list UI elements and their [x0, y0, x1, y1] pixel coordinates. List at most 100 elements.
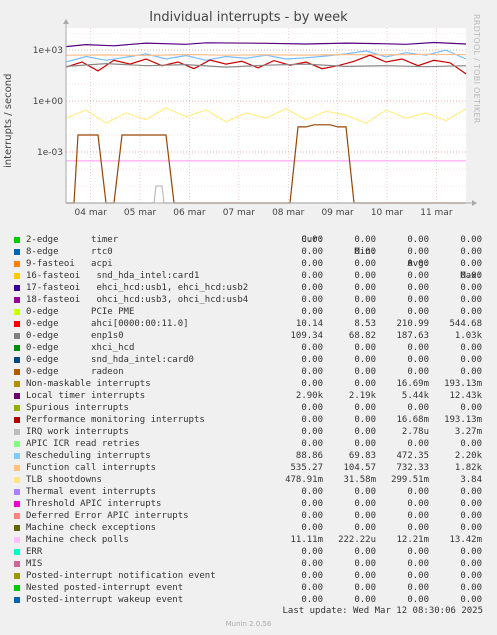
legend-cur-value: 0.00 [301, 247, 323, 257]
legend-swatch [14, 309, 20, 315]
legend-min-value: 69.83 [348, 451, 376, 461]
legend-avg-value: 0.00 [407, 307, 429, 317]
legend-label: Machine check exceptions [26, 523, 157, 533]
legend-avg-value: 0.00 [407, 547, 429, 557]
legend-max-value: 0.00 [460, 307, 482, 317]
legend-avg-value: 16.68m [396, 415, 429, 425]
legend-cur-value: 0.00 [301, 511, 323, 521]
legend-max-value: 0.00 [460, 355, 482, 365]
legend-avg-value: 0.00 [407, 499, 429, 509]
legend-avg-value: 299.51m [391, 475, 429, 485]
legend-row: 0-edge enp1s0 109.34 68.82 187.63 1.03k [12, 330, 492, 342]
legend-min-value: 0.00 [354, 271, 376, 281]
legend-cur-value: 2.90k [295, 391, 323, 401]
legend-row: MIS 0.00 0.00 0.00 0.00 [12, 558, 492, 570]
y-tick-label: 1e+00 [33, 97, 64, 107]
legend-cur-value: 0.00 [301, 379, 323, 389]
legend-row: Rescheduling interrupts 88.86 69.83 472.35 2… [12, 450, 492, 462]
legend-max-value: 0.00 [460, 247, 482, 257]
legend-min-value: 0.00 [354, 343, 376, 353]
legend-swatch [14, 261, 20, 267]
legend-rows: 2-edge timer 0.00 0.00 0.00 0.00 8-edge rtc0 0… [12, 234, 492, 606]
legend-cur-value: 0.00 [301, 427, 323, 437]
legend-cur-value: 0.00 [301, 487, 323, 497]
legend-swatch [14, 597, 20, 603]
legend-label: MIS [26, 559, 43, 569]
legend-cur-value: 478.91m [285, 475, 323, 485]
legend-swatch [14, 357, 20, 363]
y-axis-arrow [63, 19, 69, 24]
legend-avg-value: 187.63 [396, 331, 429, 341]
legend-min-value: 0.00 [354, 571, 376, 581]
legend-cur-value: 0.00 [301, 547, 323, 557]
x-tick-label: 05 mar [124, 208, 157, 218]
legend-min-value: 0.00 [354, 403, 376, 413]
legend-swatch [14, 513, 20, 519]
legend-label: Posted-interrupt wakeup event [26, 595, 184, 605]
legend-avg-value: 0.00 [407, 559, 429, 569]
legend-label: 17-fasteoi ehci_hcd:usb1, ehci_hcd:usb2 [26, 283, 249, 293]
legend-row: 9-fasteoi acpi 0.00 0.00 0.00 0.00 [12, 258, 492, 270]
x-tick-label: 04 mar [75, 208, 108, 218]
legend-min-value: 0.00 [354, 499, 376, 509]
legend-min-value: 68.82 [348, 331, 376, 341]
legend-min-value: 222.22u [338, 535, 376, 545]
legend-min-value: 0.00 [354, 283, 376, 293]
legend-avg-value: 0.00 [407, 403, 429, 413]
legend-row: 17-fasteoi ehci_hcd:usb1, ehci_hcd:usb2 0… [12, 282, 492, 294]
legend-avg-value: 732.33 [396, 463, 429, 473]
legend-swatch [14, 321, 20, 327]
legend-label: Rescheduling interrupts [26, 451, 151, 461]
legend-min-value: 0.00 [354, 487, 376, 497]
legend-max-value: 1.03k [454, 331, 482, 341]
legend-swatch [14, 501, 20, 507]
legend-row: Thermal event interrupts 0.00 0.00 0.00 0.00 [12, 486, 492, 498]
legend-cur-value: 0.00 [301, 259, 323, 269]
legend-label: TLB shootdowns [26, 475, 102, 485]
legend-avg-value: 0.00 [407, 511, 429, 521]
munin-version: Munin 2.0.56 [225, 620, 272, 628]
legend-max-value: 1.82k [454, 463, 482, 473]
legend-label: Deferred Error APIC interrupts [26, 511, 189, 521]
legend-row: 0-edge radeon 0.00 0.00 0.00 0.00 [12, 366, 492, 378]
legend-label: Nested posted-interrupt event [26, 583, 184, 593]
legend-cur-value: 10.14 [295, 319, 323, 329]
legend-avg-value: 0.00 [407, 439, 429, 449]
legend-label: Non-maskable interrupts [26, 379, 151, 389]
legend-max-value: 193.13m [444, 415, 482, 425]
legend-swatch [14, 381, 20, 387]
legend-row: 0-edge ahci[0000:00:11.0] 10.14 8.53 210.99… [12, 318, 492, 330]
legend-cur-value: 0.00 [301, 295, 323, 305]
legend-max-value: 0.00 [460, 403, 482, 413]
legend-label: 9-fasteoi acpi [26, 259, 113, 269]
legend-swatch [14, 489, 20, 495]
legend-swatch [14, 369, 20, 375]
y-tick-label: 1e-03 [37, 148, 63, 158]
legend-min-value: 104.57 [343, 463, 376, 473]
legend-cur-value: 0.00 [301, 499, 323, 509]
legend-row: 0-edge snd_hda_intel:card0 0.00 0.00 0.00 0.… [12, 354, 492, 366]
legend-cur-value: 0.00 [301, 571, 323, 581]
legend-min-value: 0.00 [354, 235, 376, 245]
legend-max-value: 13.42m [449, 535, 482, 545]
legend-max-value: 3.84 [460, 475, 482, 485]
legend-min-value: 0.00 [354, 559, 376, 569]
legend-swatch [14, 537, 20, 543]
legend-max-value: 2.20k [454, 451, 482, 461]
legend-label: 0-edge radeon [26, 367, 124, 377]
legend-cur-value: 0.00 [301, 355, 323, 365]
legend-min-value: 0.00 [354, 439, 376, 449]
legend-swatch [14, 441, 20, 447]
legend-swatch [14, 525, 20, 531]
legend-avg-value: 0.00 [407, 367, 429, 377]
legend-label: Performance monitoring interrupts [26, 415, 205, 425]
legend-avg-value: 0.00 [407, 355, 429, 365]
legend-max-value: 0.00 [460, 271, 482, 281]
legend-avg-value: 0.00 [407, 271, 429, 281]
legend-max-value: 0.00 [460, 511, 482, 521]
legend-avg-value: 0.00 [407, 571, 429, 581]
legend-cur-value: 11.11m [290, 535, 323, 545]
x-tick-label: 06 mar [173, 208, 206, 218]
legend-cur-value: 0.00 [301, 583, 323, 593]
legend-row: Non-maskable interrupts 0.00 0.00 16.69m 193… [12, 378, 492, 390]
